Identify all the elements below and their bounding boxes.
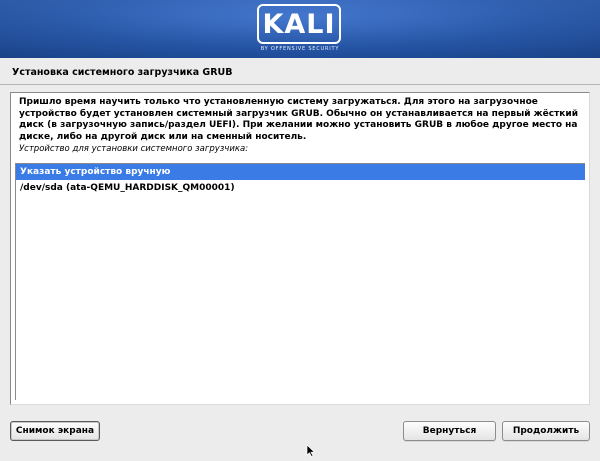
content-panel: Пришло время научить только что установл… [10,92,590,405]
kali-logo: KALI [257,4,341,44]
description-text: Пришло время научить только что установл… [19,97,585,144]
kali-banner: KALI BY OFFENSIVE SECURITY [0,0,600,58]
device-list-label: Устройство для установки системного загр… [19,144,249,154]
description-line: устройство будет установлен системный за… [19,108,579,119]
screenshot-button[interactable]: Снимок экрана [10,421,100,441]
page-title: Установка системного загрузчика GRUB [12,67,233,78]
list-item-dev-sda[interactable]: /dev/sda (ata-QEMU_HARDDISK_QM00001) [16,180,585,196]
description-line: Пришло время научить только что установл… [19,97,538,107]
description-line: диск (в загрузочную запись/раздел UEFI).… [19,120,578,131]
list-item-manual-device[interactable]: Указать устройство вручную [16,164,585,180]
continue-button[interactable]: Продолжить [502,421,590,441]
back-button[interactable]: Вернуться [403,421,496,441]
title-divider [0,84,600,85]
kali-logo-subtitle: BY OFFENSIVE SECURITY [260,46,340,52]
device-list[interactable]: Указать устройство вручную /dev/sda (ata… [15,163,585,400]
description-line: диске, либо на другой диск или на сменны… [19,132,307,143]
